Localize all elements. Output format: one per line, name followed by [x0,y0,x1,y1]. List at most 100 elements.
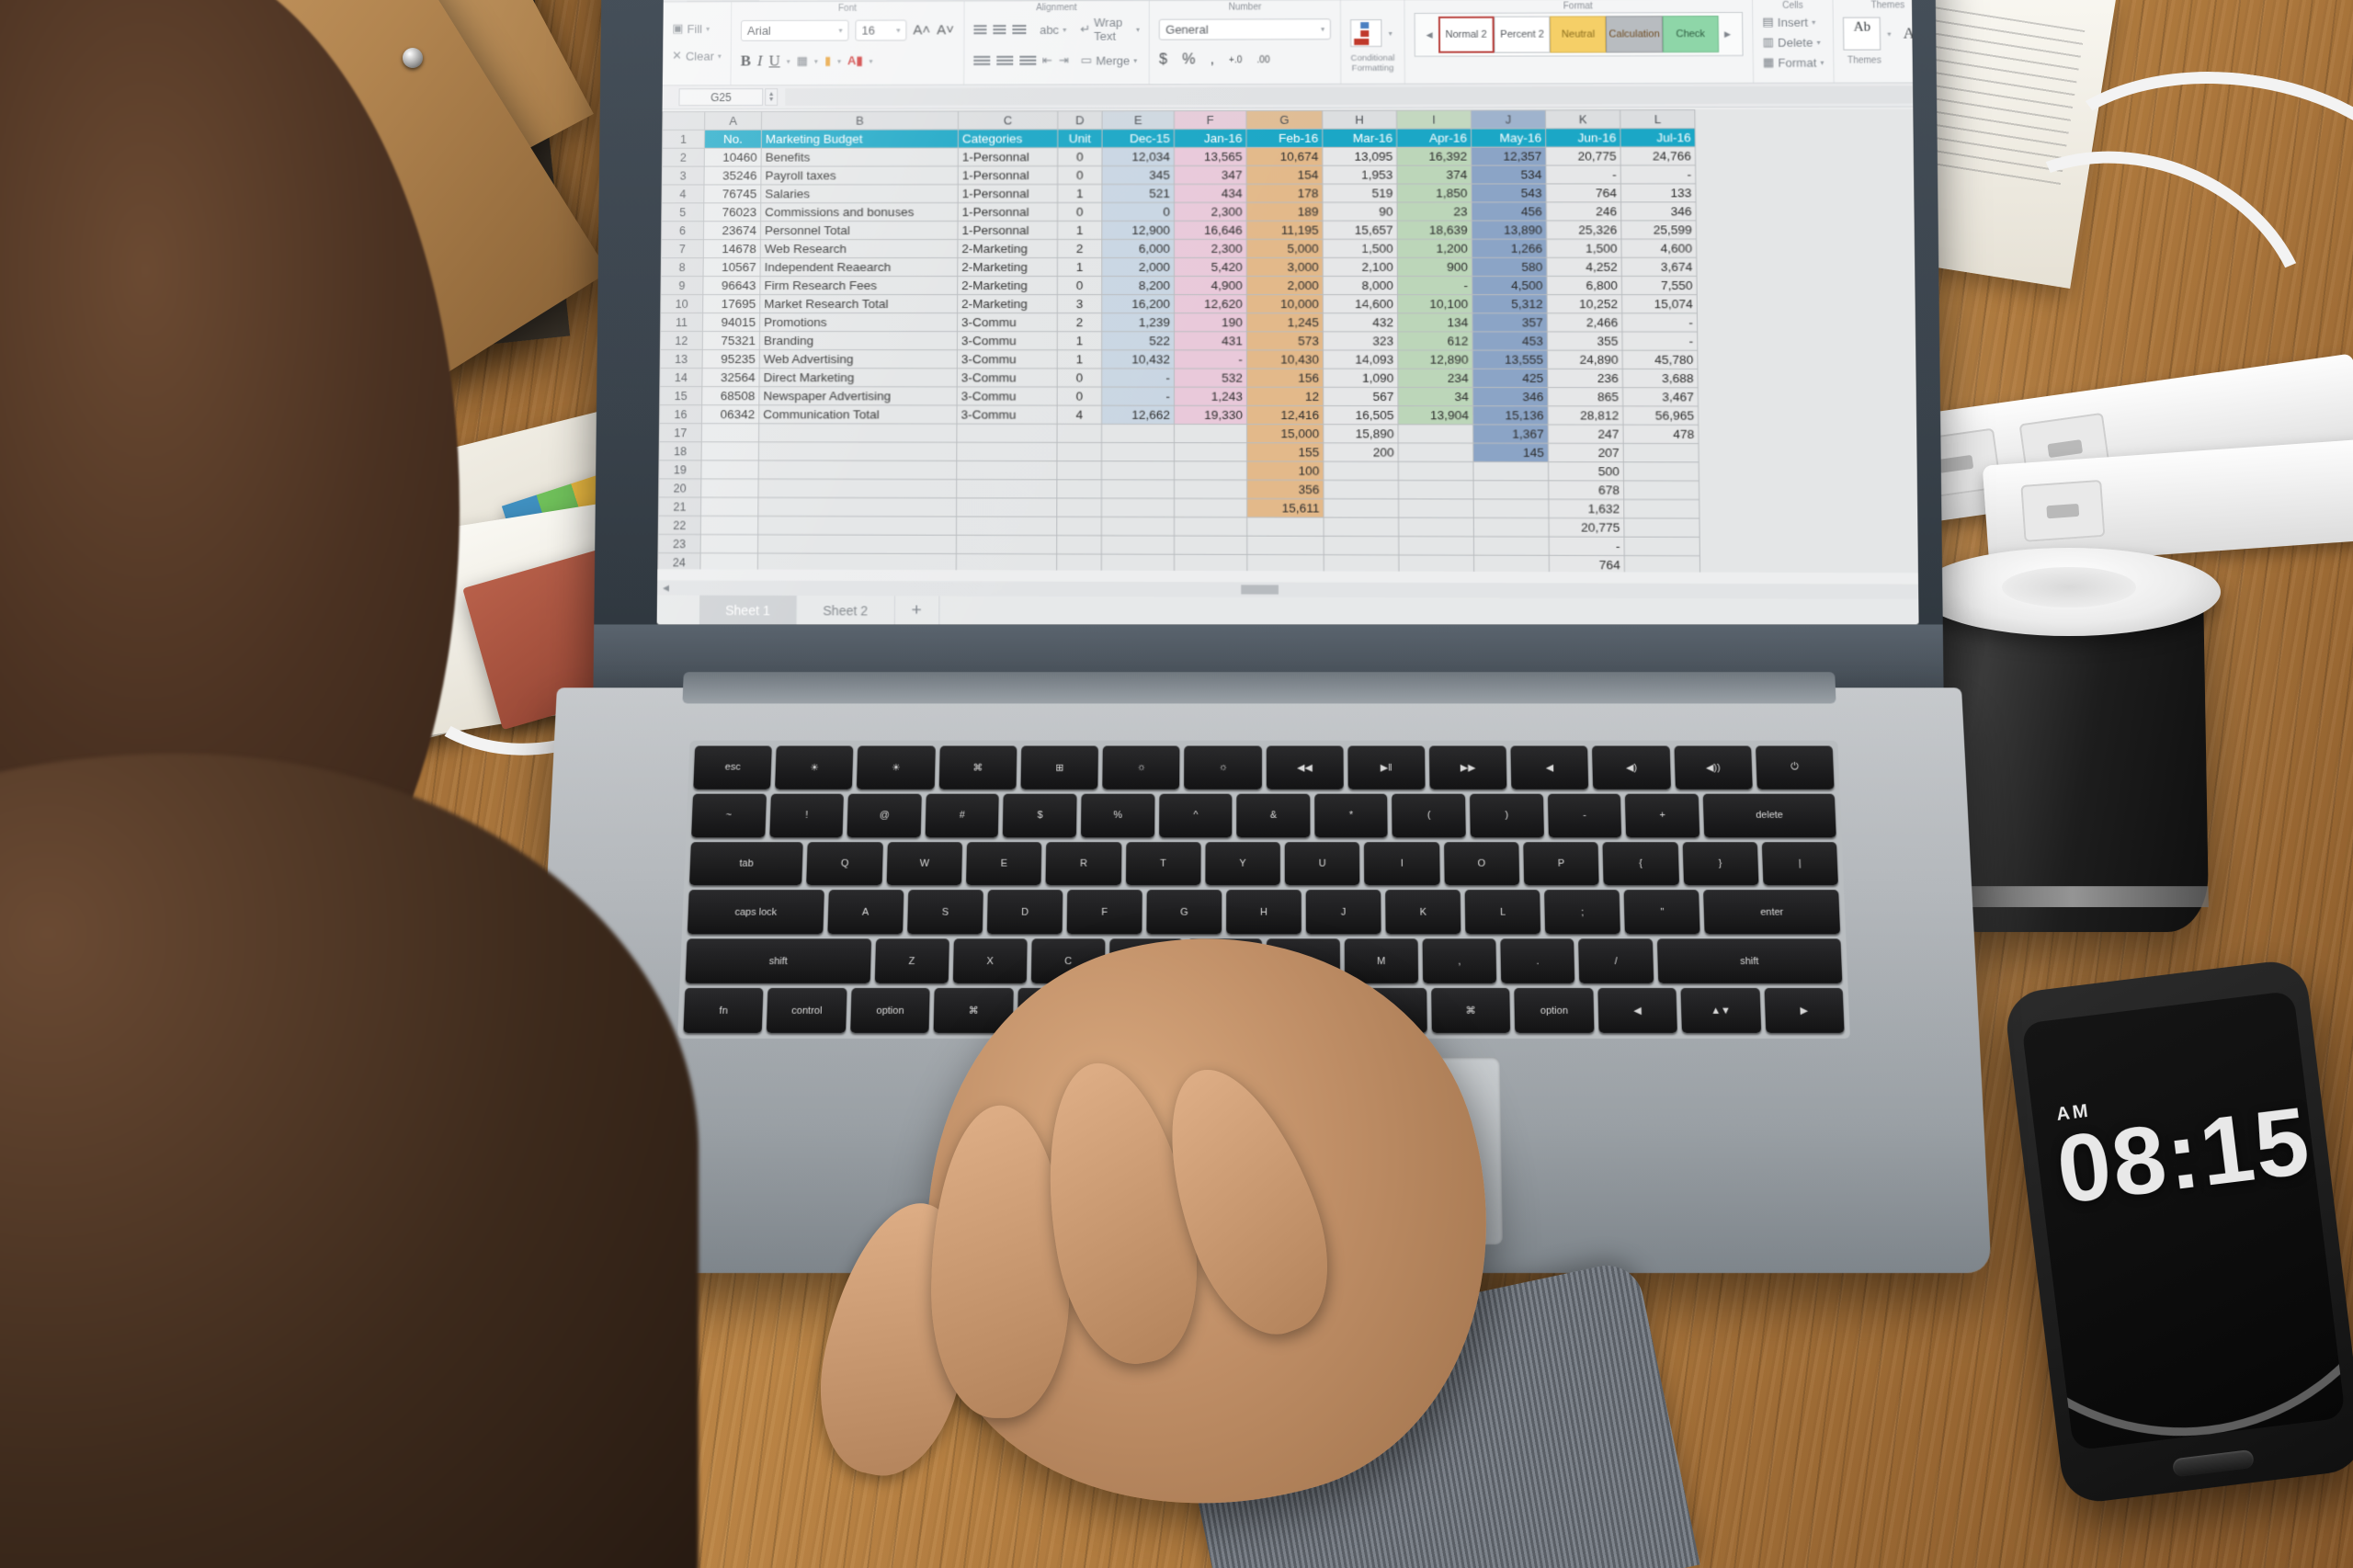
cell-D21[interactable] [1056,498,1102,517]
cell-H6[interactable]: 15,657 [1323,221,1398,240]
scroll-left-icon[interactable]: ◀ [657,583,675,593]
cell-J8[interactable]: 580 [1472,257,1547,277]
cell-A7[interactable]: 14678 [703,239,761,258]
cell-A18[interactable] [701,441,759,461]
cell-E15[interactable]: - [1101,387,1175,406]
orientation-button[interactable]: abc ▾ [1040,23,1066,37]
cell-G22[interactable] [1246,517,1324,537]
table-row[interactable]: 18 155 200 145 207 [658,441,1699,462]
underline-button[interactable]: U [768,52,779,71]
cell-E24[interactable] [1101,553,1175,574]
key-control[interactable]: control [767,988,847,1033]
chevron-down-icon[interactable]: ▾ [1133,56,1137,64]
cell-E20[interactable] [1101,479,1175,499]
cell-C20[interactable] [956,479,1057,499]
decrease-decimal-button[interactable]: .00 [1256,55,1269,65]
table-row[interactable]: 20 356 678 [658,478,1699,500]
cell-C7[interactable]: 2-Marketing [957,239,1058,258]
align-bottom-icon[interactable] [1012,25,1027,35]
cell-K14[interactable]: 236 [1547,369,1623,388]
key-i[interactable]: I [1364,841,1440,886]
key--[interactable]: ◀ [1510,745,1589,790]
cell-K24[interactable]: 764 [1549,555,1625,574]
cell-F20[interactable] [1174,480,1247,499]
cell-C14[interactable]: 3-Commu [957,368,1058,388]
cell-E17[interactable] [1101,424,1175,443]
cell-A8[interactable]: 10567 [703,257,761,277]
row-header-3[interactable]: 3 [662,166,705,186]
cell-G10[interactable]: 10,000 [1246,294,1324,313]
cell-I15[interactable]: 34 [1397,387,1473,406]
cell-H2[interactable]: 13,095 [1322,147,1397,166]
key-u[interactable]: U [1284,841,1360,886]
font-name-select[interactable]: Arial ▾ [740,19,849,41]
cell-F24[interactable] [1174,554,1247,574]
cell-H5[interactable]: 90 [1322,202,1398,222]
cell-B7[interactable]: Web Research [760,239,958,258]
cell-G7[interactable]: 5,000 [1246,239,1324,258]
table-row[interactable]: 3 35246 Payroll taxes 1-Personnal 0 345 347 154… [662,165,1696,186]
table-row[interactable]: 10 17695 Market Research Total 2-Marketing 3… [660,294,1698,313]
cell-E13[interactable]: 10,432 [1101,349,1175,369]
key-r[interactable]: R [1045,841,1121,886]
cell-C4[interactable]: 1-Personnal [958,184,1058,203]
cell-L17[interactable]: 478 [1622,425,1699,444]
cell-A2[interactable]: 10460 [704,148,762,167]
cell-C15[interactable]: 3-Commu [957,386,1058,406]
key--[interactable]: ☼ [1102,745,1180,790]
cell-J21[interactable] [1473,499,1550,518]
key--[interactable]: ~ [691,793,767,837]
cell-A13[interactable]: 95235 [702,349,760,369]
cell-F5[interactable]: 2,300 [1174,202,1247,222]
cell-H22[interactable] [1324,517,1399,537]
cell-J19[interactable] [1472,461,1549,481]
cell-E14[interactable]: - [1101,368,1175,388]
cell-G8[interactable]: 3,000 [1246,257,1324,277]
formula-input[interactable] [785,85,1915,106]
key--[interactable]: # [925,793,1000,837]
cell-I9[interactable]: - [1397,276,1472,295]
cell-H16[interactable]: 16,505 [1323,405,1399,425]
cell-I20[interactable] [1398,480,1474,500]
cell-L3[interactable]: - [1620,165,1696,184]
cell-H3[interactable]: 1,953 [1322,165,1397,185]
key--[interactable]: - [1547,793,1622,837]
cell-K10[interactable]: 10,252 [1547,294,1622,313]
cell-I2[interactable]: 16,392 [1396,147,1472,166]
cell-E9[interactable]: 8,200 [1101,276,1175,295]
key-tab[interactable]: tab [688,841,804,886]
cell-B1[interactable]: Marketing Budget [761,129,959,149]
cell-C18[interactable] [956,442,1057,461]
align-middle-icon[interactable] [993,25,1006,35]
cell-D1[interactable]: Unit [1057,129,1102,148]
cell-F3[interactable]: 347 [1174,165,1247,185]
cell-L7[interactable]: 4,600 [1620,239,1697,258]
cell-J15[interactable]: 346 [1472,387,1549,406]
cell-G24[interactable] [1246,554,1324,574]
cell-B23[interactable] [757,534,957,554]
key--[interactable]: + [1625,793,1700,837]
cell-L21[interactable] [1623,499,1699,518]
key--[interactable]: & [1236,793,1311,837]
add-sheet-button[interactable]: + [894,596,940,625]
row-header-14[interactable]: 14 [659,368,703,387]
cell-H11[interactable]: 432 [1323,312,1398,332]
table-row[interactable]: 16 06342 Communication Total 3-Commu 4 12,662… [659,404,1699,426]
cell-J23[interactable] [1473,536,1550,556]
cell-F16[interactable]: 19,330 [1174,405,1247,425]
key--[interactable]: ☼ [1184,745,1262,790]
row-header-16[interactable]: 16 [659,404,702,424]
cell-K4[interactable]: 764 [1546,183,1621,203]
key--[interactable]: @ [847,793,922,837]
col-header-A[interactable]: A [704,111,762,131]
row-header-4[interactable]: 4 [661,184,705,203]
name-box[interactable]: G25 [678,88,764,107]
cell-H20[interactable] [1323,480,1399,499]
row-header-1[interactable]: 1 [662,130,705,149]
chevron-down-icon[interactable]: ▾ [1816,38,1820,46]
cell-I22[interactable] [1398,517,1474,537]
cell-L13[interactable]: 45,780 [1622,350,1699,369]
cell-K11[interactable]: 2,466 [1547,312,1622,332]
cell-H15[interactable]: 567 [1323,387,1399,406]
style-percent-2[interactable]: Percent 2 [1494,16,1551,53]
